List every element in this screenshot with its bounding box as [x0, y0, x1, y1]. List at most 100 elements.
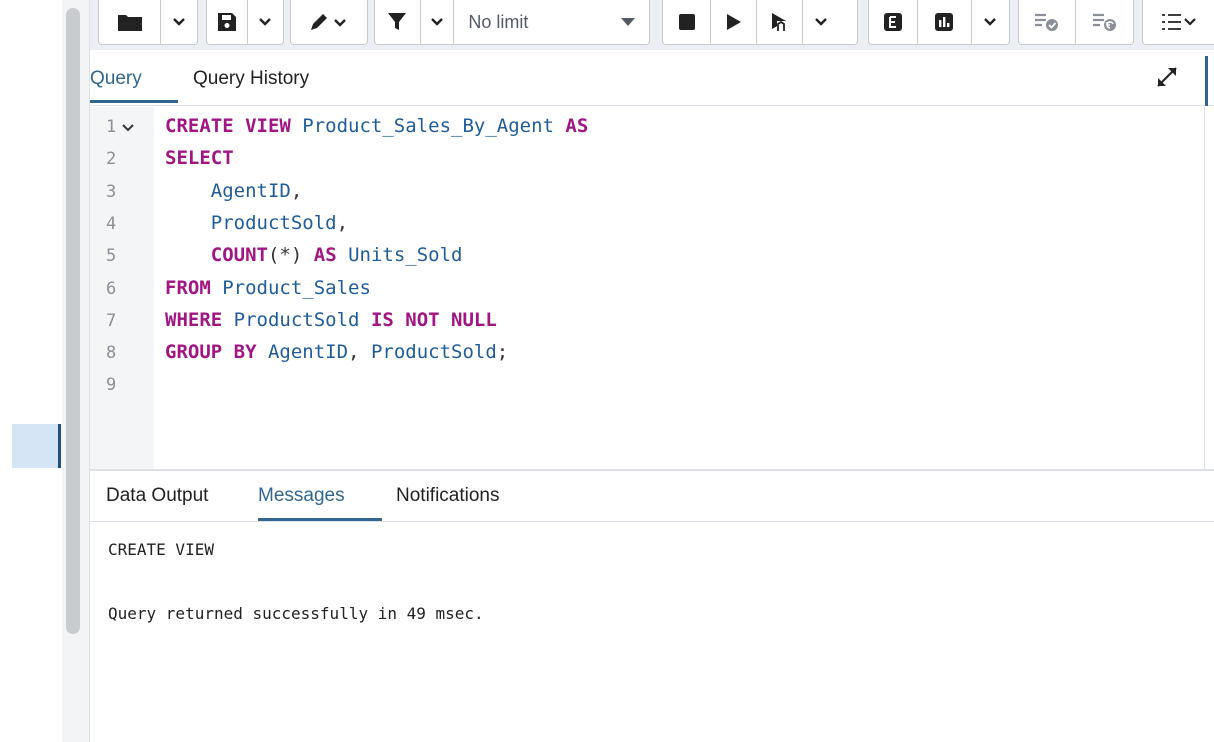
fold-toggle-icon[interactable]: [122, 119, 134, 137]
open-file-button[interactable]: [99, 0, 161, 44]
sql-identifier: Product_Sales: [222, 276, 371, 299]
sql-punctuation: ,: [348, 341, 371, 364]
sql-identifier: ProductSold: [165, 211, 337, 234]
query-toolbar: No limit: [90, 0, 1214, 50]
explain-dropdown[interactable]: [972, 0, 1009, 44]
tab-messages[interactable]: Messages: [258, 485, 345, 507]
line-number: 9: [106, 375, 117, 396]
line-number: 8: [106, 343, 117, 364]
sql-identifier: Product_Sales_By_Agent: [302, 115, 554, 137]
tab-data-output[interactable]: Data Output: [106, 485, 208, 507]
explain-button[interactable]: [869, 0, 919, 44]
open-file-group: [98, 0, 198, 45]
query-tabs-bar: Query Query History: [90, 56, 1214, 106]
line-number-gutter: 123456789: [90, 107, 154, 469]
sql-punctuation: [337, 244, 348, 266]
sql-keyword: AS: [313, 244, 337, 267]
rollback-button[interactable]: [1076, 0, 1133, 44]
maximize-icon[interactable]: [1156, 66, 1178, 88]
message-command: CREATE VIEW: [108, 540, 214, 559]
code-line[interactable]: COUNT(*) AS Units_Sold: [165, 244, 463, 267]
sql-punctuation: [554, 115, 565, 137]
active-output-tab-indicator: [258, 518, 382, 521]
sql-identifier: Units_Sold: [348, 244, 463, 267]
caret-down-icon: [621, 18, 636, 26]
sql-identifier: ProductSold: [233, 308, 360, 331]
edit-group: [290, 0, 368, 45]
code-line[interactable]: ProductSold,: [165, 212, 348, 234]
left-panel-strip: [0, 0, 90, 742]
execute-icon: [726, 13, 742, 31]
chevron-down-icon: [814, 17, 828, 27]
execute-script-button[interactable]: [757, 0, 803, 44]
tab-notifications[interactable]: Notifications: [396, 485, 500, 507]
chevron-down-icon: [983, 17, 997, 27]
macros-icon: [1161, 13, 1197, 31]
line-number: 2: [106, 149, 117, 170]
execute-group: [662, 0, 858, 45]
sql-keyword: COUNT: [210, 244, 268, 267]
line-number: 7: [106, 310, 117, 331]
edit-button[interactable]: [291, 0, 367, 44]
chevron-down-icon: [172, 17, 186, 27]
stop-button[interactable]: [663, 0, 711, 44]
message-result: Query returned successfully in 49 msec.: [108, 604, 484, 623]
tab-query-history[interactable]: Query History: [193, 68, 309, 90]
macros-group: [1142, 0, 1214, 45]
explain-group: [868, 0, 1010, 45]
row-limit-value: No limit: [468, 11, 529, 32]
code-line[interactable]: GROUP BY AgentID, ProductSold;: [165, 341, 508, 363]
filter-dropdown[interactable]: [421, 0, 455, 44]
code-line[interactable]: CREATE VIEW Product_Sales_By_Agent AS: [165, 115, 588, 137]
active-tab-indicator: [90, 100, 178, 103]
sql-identifier: AgentID: [267, 341, 349, 364]
query-tool-window: No limit Query Query History 1 2 3 4 5 6…: [0, 0, 1214, 742]
sql-punctuation: [291, 115, 302, 137]
tab-query[interactable]: Query: [90, 68, 142, 90]
messages-panel: CREATE VIEW Query returned successfully …: [90, 523, 1214, 742]
filter-limit-group: No limit: [374, 0, 650, 45]
stop-icon: [678, 14, 695, 30]
output-tabs-bar: Data Output Messages Notifications: [90, 471, 1214, 522]
save-button[interactable]: [207, 0, 248, 44]
selection-indicator: [58, 424, 61, 468]
sql-keyword: GROUP BY: [165, 341, 257, 364]
sql-keyword: IS NOT NULL: [370, 308, 497, 331]
explain-icon: [884, 13, 903, 31]
code-line[interactable]: AgentID,: [165, 179, 303, 202]
selected-tree-item[interactable]: [12, 424, 58, 468]
rollback-icon: [1092, 12, 1118, 32]
code-line[interactable]: SELECT: [165, 147, 234, 169]
filter-button[interactable]: [375, 0, 421, 44]
sql-punctuation: [360, 309, 371, 331]
commit-icon: [1034, 12, 1060, 32]
open-file-dropdown[interactable]: [161, 0, 197, 44]
execute-script-icon: [771, 12, 789, 32]
execute-dropdown[interactable]: [803, 0, 839, 44]
save-group: [206, 0, 284, 45]
code-line[interactable]: WHERE ProductSold IS NOT NULL: [165, 309, 497, 331]
save-dropdown[interactable]: [248, 0, 283, 44]
macros-button[interactable]: [1143, 0, 1214, 44]
save-icon: [217, 12, 237, 32]
line-number: 6: [106, 278, 117, 299]
folder-icon: [117, 12, 143, 32]
panel-edge-indicator: [1205, 56, 1208, 106]
sql-punctuation: ;: [496, 341, 509, 364]
sql-punctuation: ,: [336, 211, 349, 234]
sql-keyword: SELECT: [165, 147, 234, 170]
sql-punctuation: [165, 244, 211, 266]
commit-button[interactable]: [1019, 0, 1077, 44]
editor-border: [1204, 107, 1205, 469]
row-limit-select[interactable]: No limit: [454, 0, 649, 44]
sql-punctuation: [222, 309, 233, 331]
sql-identifier: AgentID: [165, 179, 291, 202]
explain-analyze-button[interactable]: [918, 0, 972, 44]
sql-identifier: ProductSold: [370, 341, 497, 364]
scrollbar-thumb[interactable]: [66, 8, 80, 634]
line-number: 5: [106, 246, 117, 267]
code-line[interactable]: FROM Product_Sales: [165, 277, 371, 299]
sql-punctuation: [302, 244, 313, 266]
execute-button[interactable]: [711, 0, 757, 44]
sql-editor[interactable]: 123456789 CREATE VIEW Product_Sales_By_A…: [90, 107, 1204, 469]
